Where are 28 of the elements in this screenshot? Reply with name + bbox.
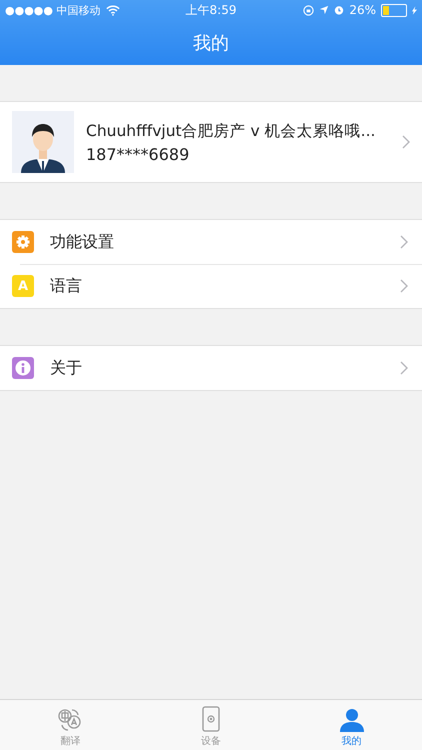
menu-label: 语言 [50,276,83,296]
location-icon [319,5,330,15]
letter-icon: A [18,280,28,292]
battery-percent: 26% [349,3,376,17]
chevron-icon [400,279,408,293]
charging-icon [412,6,417,14]
translate-icon [57,708,84,732]
device-icon [202,706,220,732]
chevron-icon [400,361,408,375]
clock-text: 上午8:59 [186,2,236,18]
user-name: Chuuhfffvjut合肥房产 v 机会太累咯哦... [86,120,376,142]
gear-icon [16,235,30,249]
menu-item[interactable]: 功能设置 [0,220,422,264]
profile-row[interactable]: Chuuhfffvjut合肥房产 v 机会太累咯哦... 187****6689 [0,101,422,183]
carrier-text: ●●●●● 中国移动 [5,2,100,18]
tab-item[interactable]: 我的 [281,700,422,750]
person-icon [340,708,364,732]
chevron-icon [400,235,408,249]
menu-label: 关于 [50,358,83,378]
battery-icon [380,4,407,16]
menu-label: 功能设置 [50,232,115,252]
menu-item[interactable]: 关于 [0,346,422,390]
wifi-icon [106,4,120,16]
lock-rotation-icon [303,4,314,16]
alarm-icon [334,5,344,15]
phone-number: 187****6689 [86,144,190,164]
chevron-icon [402,135,410,149]
page-title: 我的 [193,32,229,54]
